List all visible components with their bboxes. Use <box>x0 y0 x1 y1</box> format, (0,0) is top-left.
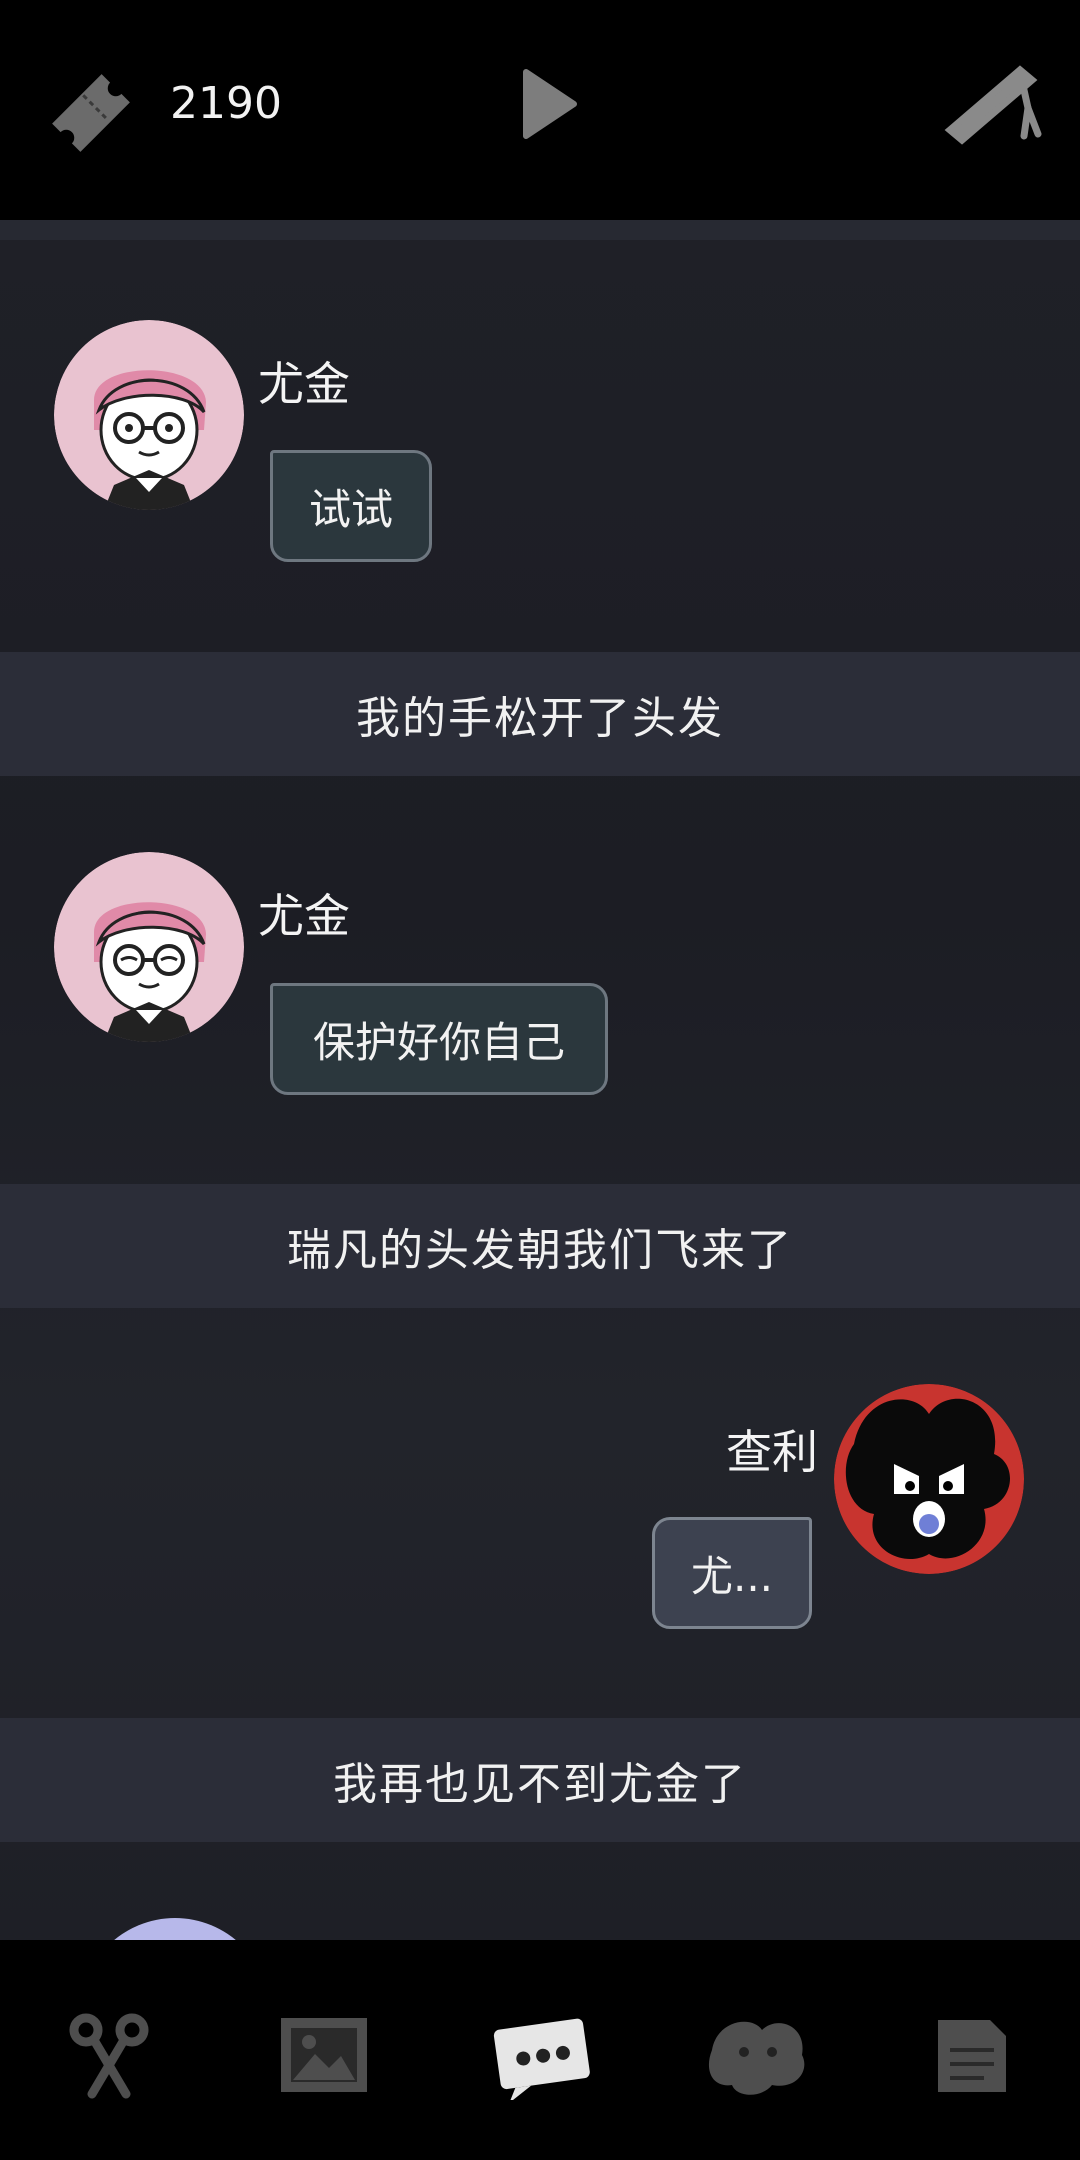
chat-log[interactable]: 尤金 试试 我的手松开了头发 尤金 保护好你自己 瑞凡的头发朝我们飞来了 查利 … <box>0 220 1080 1940</box>
speaker-name: 尤金 <box>258 889 350 943</box>
photo-icon <box>281 2018 367 2092</box>
eugene-avatar[interactable] <box>54 320 244 510</box>
narration-bar[interactable]: 我再也见不到尤金了 <box>0 1718 1080 1842</box>
pen-icon[interactable] <box>940 58 1050 158</box>
speaker-name: 尤金 <box>258 357 350 411</box>
speaker-name: 查利 <box>726 1425 818 1479</box>
note-icon <box>938 2020 1006 2092</box>
play-icon[interactable] <box>520 68 580 140</box>
top-bar: 2190 <box>0 0 1080 220</box>
narration-bar[interactable]: 瑞凡的头发朝我们飞来了 <box>0 1184 1080 1308</box>
next-avatar[interactable] <box>80 1918 270 1940</box>
chat-top-divider <box>0 220 1080 240</box>
message-bubble[interactable]: 试试 <box>270 450 432 562</box>
nav-notes[interactable] <box>906 2000 1036 2110</box>
narration-bar[interactable]: 我的手松开了头发 <box>0 652 1080 776</box>
ticket-count: 2190 <box>170 78 282 129</box>
chat-icon <box>493 2018 590 2100</box>
ticket-icon[interactable] <box>36 58 146 168</box>
nav-chat[interactable] <box>476 2000 606 2110</box>
message-bubble[interactable]: 尤... <box>652 1517 812 1629</box>
scissors-icon <box>69 2013 149 2099</box>
creature-icon <box>708 2021 805 2095</box>
nav-photos[interactable] <box>260 2000 390 2110</box>
nav-scissors[interactable] <box>44 2000 174 2110</box>
charlie-avatar[interactable] <box>834 1384 1024 1574</box>
nav-creature[interactable] <box>692 2000 822 2110</box>
message-bubble[interactable]: 保护好你自己 <box>270 983 608 1095</box>
bottom-nav <box>0 1940 1080 2160</box>
eugene-avatar-eyes-closed[interactable] <box>54 852 244 1042</box>
